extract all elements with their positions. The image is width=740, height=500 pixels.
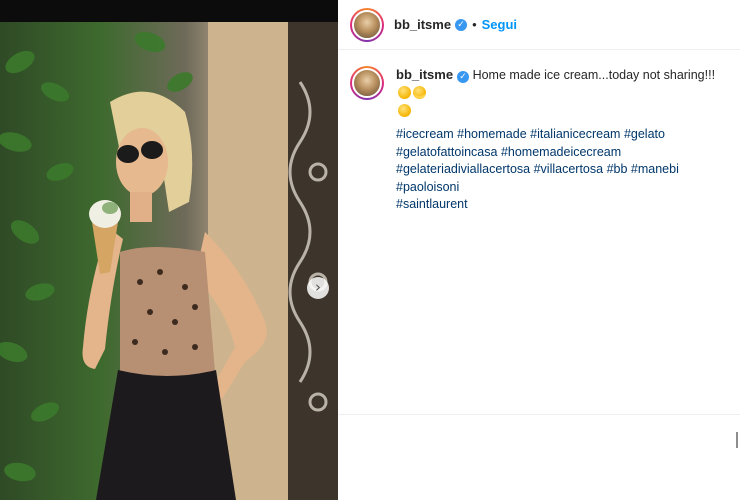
hashtag-link[interactable]: #italianicecream: [530, 127, 620, 141]
caption-avatar[interactable]: [350, 66, 384, 100]
hashtag-link[interactable]: #bb: [607, 162, 628, 176]
caption-avatar-image: [352, 68, 382, 98]
separator-dot: •: [472, 17, 477, 32]
caption-username-link[interactable]: bb_itsme: [396, 67, 453, 82]
username-link[interactable]: bb_itsme: [394, 17, 451, 32]
hashtag-link[interactable]: #gelatofattoincasa: [396, 145, 497, 159]
post-photo[interactable]: [0, 22, 338, 500]
hashtag-link[interactable]: #icecream: [396, 127, 454, 141]
post-media-pane: ›: [0, 0, 338, 500]
hashtag-link[interactable]: #homemadeicecream: [501, 145, 621, 159]
post-details-pane: bb_itsme ✓ • Segui bb_itsme ✓ Home made i…: [338, 0, 740, 500]
hashtag-list: #icecream #homemade #italianicecream #ge…: [396, 126, 732, 214]
grinning-squint-emoji-icon: [398, 86, 411, 99]
avatar[interactable]: [350, 7, 384, 42]
chevron-right-icon: ›: [315, 278, 321, 296]
photo-illustration: [0, 22, 338, 500]
caption-text: Home made ice cream...today not sharing!…: [472, 68, 716, 82]
caption-comment: bb_itsme ✓ Home made ice cream...today no…: [350, 66, 730, 120]
post-header: bb_itsme ✓ • Segui: [338, 0, 740, 50]
scrollbar-thumb[interactable]: [736, 432, 738, 448]
verified-badge-icon: ✓: [457, 71, 470, 83]
follow-button[interactable]: Segui: [482, 17, 517, 32]
hashtag-link[interactable]: #manebi: [631, 162, 679, 176]
hashtag-link[interactable]: #homemade: [457, 127, 527, 141]
next-photo-button[interactable]: ›: [307, 277, 329, 299]
hashtag-link[interactable]: #gelateriadiviallacertosa: [396, 162, 530, 176]
hashtag-link[interactable]: #paoloisoni: [396, 180, 459, 194]
sunglasses-emoji-icon: [413, 86, 426, 99]
comments-divider: [338, 414, 740, 415]
caption-body: bb_itsme ✓ Home made ice cream...today no…: [396, 66, 730, 120]
hashtag-link[interactable]: #villacertosa: [534, 162, 603, 176]
hashtag-link[interactable]: #gelato: [624, 127, 665, 141]
verified-badge-icon: ✓: [455, 18, 468, 31]
hashtag-link[interactable]: #saintlaurent: [396, 197, 468, 211]
yum-emoji-icon: [398, 104, 411, 117]
avatar-image: [352, 9, 382, 40]
